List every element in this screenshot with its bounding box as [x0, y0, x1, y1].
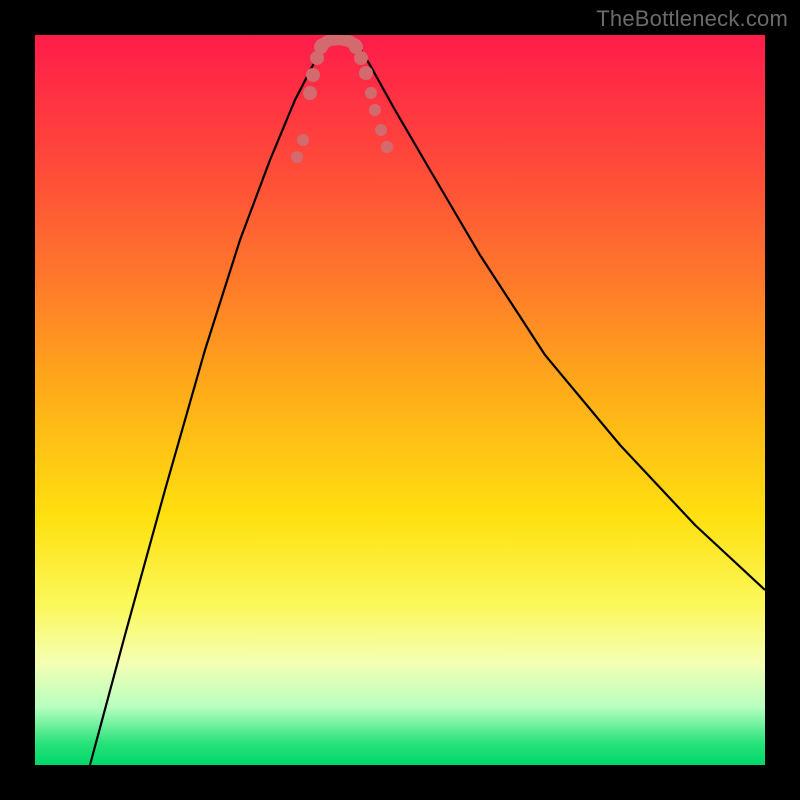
data-dot — [303, 86, 317, 100]
data-dot — [375, 124, 387, 136]
data-dot — [381, 141, 393, 153]
chart-stage: TheBottleneck.com — [0, 0, 800, 800]
left-curve — [90, 40, 325, 765]
curves-svg — [35, 35, 765, 765]
data-dot — [297, 134, 309, 146]
plot-area — [35, 35, 765, 765]
data-dot — [314, 40, 328, 54]
data-dot — [359, 66, 373, 80]
data-dot — [369, 104, 381, 116]
right-curve — [355, 40, 765, 590]
watermark-text: TheBottleneck.com — [596, 6, 788, 32]
data-dot — [365, 87, 377, 99]
data-dot — [354, 51, 368, 65]
data-dot — [306, 68, 320, 82]
data-dot — [291, 151, 303, 163]
dots-left — [291, 40, 328, 163]
